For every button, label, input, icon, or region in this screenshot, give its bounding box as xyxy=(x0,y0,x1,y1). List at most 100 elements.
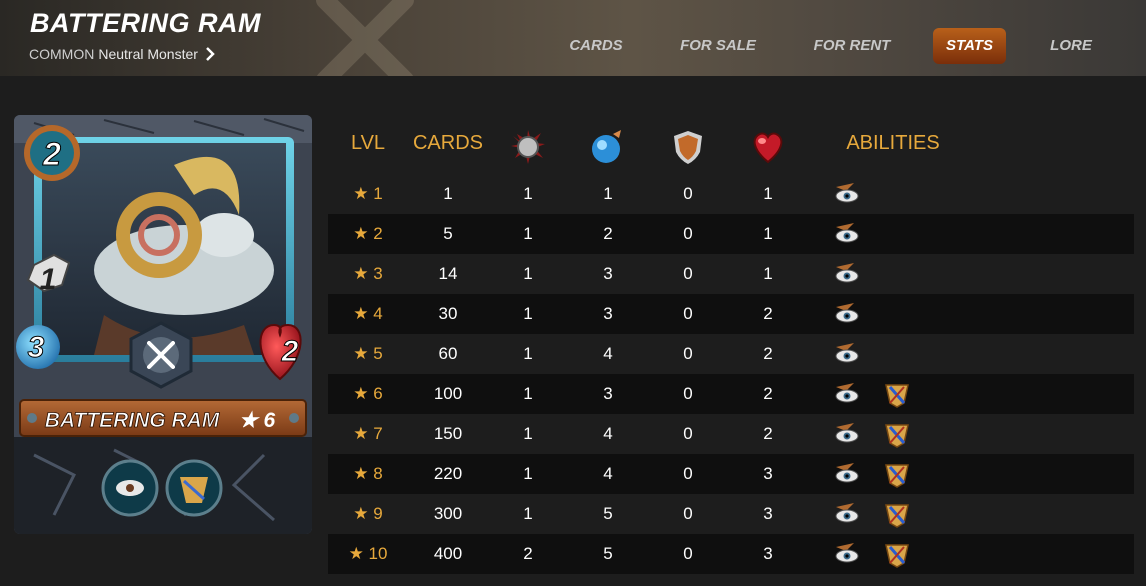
stats-header-row: LVL CARDS ABILITIES xyxy=(328,120,1134,174)
armor-cell: 0 xyxy=(683,304,693,323)
tab-bar: CARDS FOR SALE FOR RENT STATS LORE xyxy=(0,28,1146,64)
cards-cell: 100 xyxy=(433,384,463,403)
armor-shield-icon xyxy=(674,131,702,164)
armor-cell: 0 xyxy=(683,184,693,203)
health-cell: 2 xyxy=(763,424,773,443)
table-row: ★ 8 220 1 4 0 3 xyxy=(328,454,1134,494)
speed-cell: 4 xyxy=(603,344,613,363)
health-cell: 1 xyxy=(763,224,773,243)
piercing-icon[interactable] xyxy=(882,419,912,449)
tab-for-sale[interactable]: FOR SALE xyxy=(668,28,768,64)
table-row: ★ 3 14 1 3 0 1 xyxy=(328,254,1134,294)
true-strike-icon[interactable] xyxy=(832,259,862,289)
cards-cell: 150 xyxy=(433,424,463,443)
speed-cell: 1 xyxy=(603,184,613,203)
cards-cell: 300 xyxy=(433,504,463,523)
cards-cell: 30 xyxy=(438,304,458,323)
level-cell: ★ 3 xyxy=(353,264,383,283)
tab-cards[interactable]: CARDS xyxy=(556,28,636,64)
attack-cell: 2 xyxy=(523,544,533,563)
speed-cell: 4 xyxy=(603,424,613,443)
header-abilities: ABILITIES xyxy=(846,132,940,154)
card-health-value: 2 xyxy=(281,335,299,368)
true-strike-icon[interactable] xyxy=(832,459,862,489)
cards-cell: 220 xyxy=(433,464,463,483)
tab-lore[interactable]: LORE xyxy=(1036,28,1106,64)
speed-cell: 5 xyxy=(603,544,613,563)
table-row: ★ 6 100 1 3 0 2 xyxy=(328,374,1134,414)
armor-cell: 0 xyxy=(683,424,693,443)
table-row: ★ 2 5 1 2 0 1 xyxy=(328,214,1134,254)
attack-cell: 1 xyxy=(523,504,533,523)
card-name: BATTERING RAM xyxy=(45,409,220,432)
level-cell: ★ 7 xyxy=(353,424,383,443)
level-cell: ★ 9 xyxy=(353,504,383,523)
health-cell: 3 xyxy=(763,544,773,563)
level-cell: ★ 1 xyxy=(353,184,383,203)
piercing-icon[interactable] xyxy=(882,459,912,489)
card-mana-value: 2 xyxy=(42,136,61,172)
health-cell: 1 xyxy=(763,184,773,203)
level-cell: ★ 5 xyxy=(353,344,383,363)
speed-cell: 3 xyxy=(603,384,613,403)
health-cell: 3 xyxy=(763,464,773,483)
health-cell: 2 xyxy=(763,304,773,323)
armor-cell: 0 xyxy=(683,504,693,523)
true-strike-icon[interactable] xyxy=(832,219,862,249)
true-strike-icon[interactable] xyxy=(832,179,862,209)
armor-cell: 0 xyxy=(683,464,693,483)
health-cell: 3 xyxy=(763,504,773,523)
cards-cell: 400 xyxy=(433,544,463,563)
tab-for-rent[interactable]: FOR RENT xyxy=(802,28,902,64)
card-level: ★ 6 xyxy=(239,409,276,432)
speed-cell: 3 xyxy=(603,304,613,323)
attack-cell: 1 xyxy=(523,264,533,283)
cards-cell: 14 xyxy=(438,264,458,283)
level-cell: ★ 6 xyxy=(353,384,383,403)
table-row: ★ 7 150 1 4 0 2 xyxy=(328,414,1134,454)
level-cell: ★ 10 xyxy=(348,544,388,563)
attack-cell: 1 xyxy=(523,184,533,203)
true-strike-icon[interactable] xyxy=(832,499,862,529)
table-row: ★ 1 1 1 1 0 1 xyxy=(328,174,1134,214)
armor-cell: 0 xyxy=(683,344,693,363)
monster-card[interactable]: 2 1 3 2 BATTERING RAM ★ 6 xyxy=(14,115,312,534)
table-row: ★ 4 30 1 3 0 2 xyxy=(328,294,1134,334)
header-lvl: LVL xyxy=(350,132,386,154)
table-row: ★ 9 300 1 5 0 3 xyxy=(328,494,1134,534)
speed-cell: 4 xyxy=(603,464,613,483)
stats-table: LVL CARDS ABILITIES ★ 1 1 1 1 0 1 ★ 2 5 1 2 0 1 ★ 3 1… xyxy=(328,120,1134,574)
cards-cell: 60 xyxy=(438,344,458,363)
level-cell: ★ 4 xyxy=(353,304,383,323)
level-cell: ★ 2 xyxy=(353,224,383,243)
speed-cell: 2 xyxy=(603,224,613,243)
armor-cell: 0 xyxy=(683,544,693,563)
speed-cell: 3 xyxy=(603,264,613,283)
true-strike-icon[interactable] xyxy=(832,539,862,569)
armor-cell: 0 xyxy=(683,224,693,243)
attack-cell: 1 xyxy=(523,224,533,243)
piercing-icon[interactable] xyxy=(882,539,912,569)
speed-icon xyxy=(592,130,621,163)
speed-cell: 5 xyxy=(603,504,613,523)
attack-cell: 1 xyxy=(523,424,533,443)
card-attack-value: 1 xyxy=(40,263,57,296)
health-cell: 1 xyxy=(763,264,773,283)
melee-attack-icon xyxy=(511,130,545,164)
attack-cell: 1 xyxy=(523,304,533,323)
true-strike-icon[interactable] xyxy=(832,419,862,449)
piercing-icon[interactable] xyxy=(882,379,912,409)
table-row: ★ 5 60 1 4 0 2 xyxy=(328,334,1134,374)
piercing-icon[interactable] xyxy=(882,499,912,529)
attack-cell: 1 xyxy=(523,344,533,363)
attack-cell: 1 xyxy=(523,464,533,483)
attack-cell: 1 xyxy=(523,384,533,403)
true-strike-icon[interactable] xyxy=(832,379,862,409)
level-cell: ★ 8 xyxy=(353,464,383,483)
true-strike-icon[interactable] xyxy=(832,339,862,369)
tab-stats[interactable]: STATS xyxy=(933,28,1006,64)
health-cell: 2 xyxy=(763,384,773,403)
cards-cell: 5 xyxy=(443,224,453,243)
health-cell: 2 xyxy=(763,344,773,363)
true-strike-icon[interactable] xyxy=(832,299,862,329)
